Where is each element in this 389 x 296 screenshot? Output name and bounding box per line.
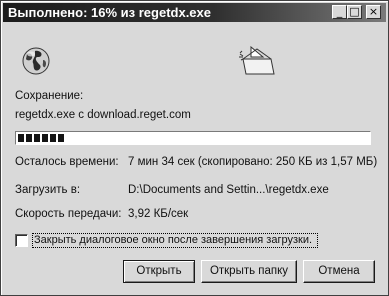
download-progress-bar [15, 131, 371, 145]
cancel-button[interactable]: Отмена [303, 260, 375, 283]
download-to-label: Загрузить в: [15, 184, 81, 196]
download-dialog: Выполнено: 16% из regetdx.exe _ □ × Сохр… [0, 0, 389, 296]
close-on-complete-checkbox[interactable] [15, 234, 28, 247]
download-to-value: D:\Documents and Settin...\regetdx.exe [128, 184, 329, 196]
close-on-complete-label[interactable]: Закрыть диалоговое окно после завершения… [34, 234, 312, 246]
time-left-label: Осталось времени: [15, 156, 119, 168]
progress-fill [18, 134, 66, 142]
maximize-button[interactable]: □ [347, 5, 362, 19]
open-folder-button[interactable]: Открыть папку [201, 260, 297, 283]
open-button[interactable]: Открыть [123, 260, 195, 283]
folder-icon [239, 45, 275, 75]
close-button[interactable]: × [366, 5, 381, 19]
globe-icon [22, 47, 50, 75]
window-title: Выполнено: 16% из regetdx.exe [8, 5, 211, 20]
title-bar[interactable]: Выполнено: 16% из regetdx.exe _ □ × [3, 3, 386, 22]
saving-label: Сохранение: [15, 90, 84, 102]
speed-value: 3,92 КБ/сек [128, 208, 189, 220]
time-left-value: 7 мин 34 сек (скопировано: 250 КБ из 1,5… [128, 156, 378, 168]
speed-label: Скорость передачи: [15, 208, 122, 220]
saving-source: regetdx.exe с download.reget.com [15, 109, 191, 121]
minimize-button[interactable]: _ [332, 5, 347, 19]
